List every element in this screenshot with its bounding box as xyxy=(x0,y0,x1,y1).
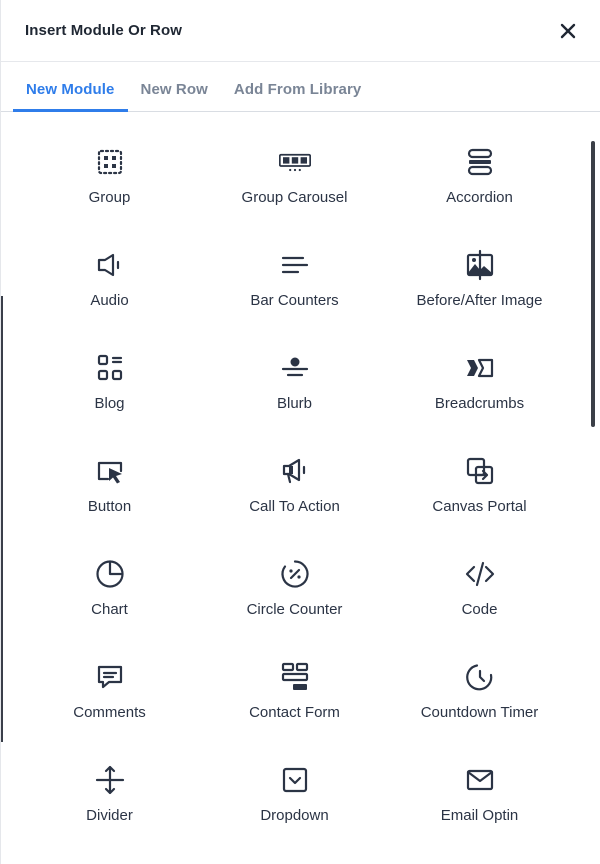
module-label: Countdown Timer xyxy=(420,704,539,721)
breadcrumbs-icon xyxy=(462,350,498,386)
dialog-title: Insert Module Or Row xyxy=(25,22,183,39)
module-label: Blog xyxy=(94,395,125,412)
module-divider[interactable]: Divider xyxy=(17,748,202,851)
module-bar-counters[interactable]: Bar Counters xyxy=(202,233,387,336)
module-label: Canvas Portal xyxy=(432,498,527,515)
module-dropdown[interactable]: Dropdown xyxy=(202,748,387,851)
tab-new-row[interactable]: New Row xyxy=(128,81,221,111)
module-group-carousel[interactable]: Group Carousel xyxy=(202,130,387,233)
circle-counter-icon xyxy=(277,556,313,592)
module-email-optin[interactable]: Email Optin xyxy=(387,748,572,851)
comments-icon xyxy=(92,659,128,695)
module-audio[interactable]: Audio xyxy=(17,233,202,336)
accordion-icon xyxy=(462,144,498,180)
divider-icon xyxy=(92,762,128,798)
tab-add-from-library[interactable]: Add From Library xyxy=(221,81,374,111)
audio-icon xyxy=(92,247,128,283)
close-button[interactable] xyxy=(558,21,578,41)
code-icon xyxy=(462,556,498,592)
module-group[interactable]: Group xyxy=(17,130,202,233)
chart-icon xyxy=(92,556,128,592)
module-label: Bar Counters xyxy=(250,292,339,309)
module-label: Code xyxy=(461,601,498,618)
blurb-icon xyxy=(277,350,313,386)
canvas-portal-icon xyxy=(462,453,498,489)
module-label: Group xyxy=(88,189,131,206)
module-blurb[interactable]: Blurb xyxy=(202,336,387,439)
module-label: Group Carousel xyxy=(241,189,348,206)
bar-counters-icon xyxy=(277,247,313,283)
module-label: Divider xyxy=(86,807,133,824)
countdown-timer-icon xyxy=(462,659,498,695)
group-icon xyxy=(92,144,128,180)
module-before-after-image[interactable]: Before/After Image xyxy=(387,233,572,336)
button-icon xyxy=(92,453,128,489)
dialog-header: Insert Module Or Row xyxy=(1,0,600,62)
module-label: Before/After Image xyxy=(416,292,543,309)
module-label: Accordion xyxy=(446,189,513,206)
module-code[interactable]: Code xyxy=(387,542,572,645)
close-icon xyxy=(560,23,576,38)
module-label: Audio xyxy=(90,292,129,309)
dropdown-icon xyxy=(277,762,313,798)
module-countdown-timer[interactable]: Countdown Timer xyxy=(387,645,572,748)
contact-form-icon xyxy=(277,659,313,695)
module-label: Email Optin xyxy=(440,807,519,824)
module-blog[interactable]: Blog xyxy=(17,336,202,439)
module-label: Call To Action xyxy=(249,498,340,515)
email-optin-icon xyxy=(462,762,498,798)
before-after-image-icon xyxy=(462,247,498,283)
module-label: Chart xyxy=(91,601,128,618)
module-grid: Group Group Carousel Accordion Audio Bar… xyxy=(17,130,572,851)
insert-module-dialog: Insert Module Or Row New Module New Row … xyxy=(0,0,600,864)
tab-new-module[interactable]: New Module xyxy=(13,81,128,112)
group-carousel-icon xyxy=(277,144,313,180)
module-chart[interactable]: Chart xyxy=(17,542,202,645)
module-accordion[interactable]: Accordion xyxy=(387,130,572,233)
module-label: Blurb xyxy=(276,395,313,412)
module-circle-counter[interactable]: Circle Counter xyxy=(202,542,387,645)
tab-bar: New Module New Row Add From Library xyxy=(1,62,600,112)
blog-icon xyxy=(92,350,128,386)
module-label: Comments xyxy=(73,704,146,721)
module-label: Contact Form xyxy=(249,704,340,721)
background-edge xyxy=(1,296,3,742)
module-comments[interactable]: Comments xyxy=(17,645,202,748)
module-call-to-action[interactable]: Call To Action xyxy=(202,439,387,542)
scrollbar[interactable] xyxy=(591,141,595,427)
module-label: Button xyxy=(87,498,132,515)
module-label: Breadcrumbs xyxy=(434,395,525,412)
module-canvas-portal[interactable]: Canvas Portal xyxy=(387,439,572,542)
call-to-action-icon xyxy=(277,453,313,489)
module-label: Circle Counter xyxy=(246,601,343,618)
module-button[interactable]: Button xyxy=(17,439,202,542)
module-breadcrumbs[interactable]: Breadcrumbs xyxy=(387,336,572,439)
module-contact-form[interactable]: Contact Form xyxy=(202,645,387,748)
module-label: Dropdown xyxy=(260,807,329,824)
